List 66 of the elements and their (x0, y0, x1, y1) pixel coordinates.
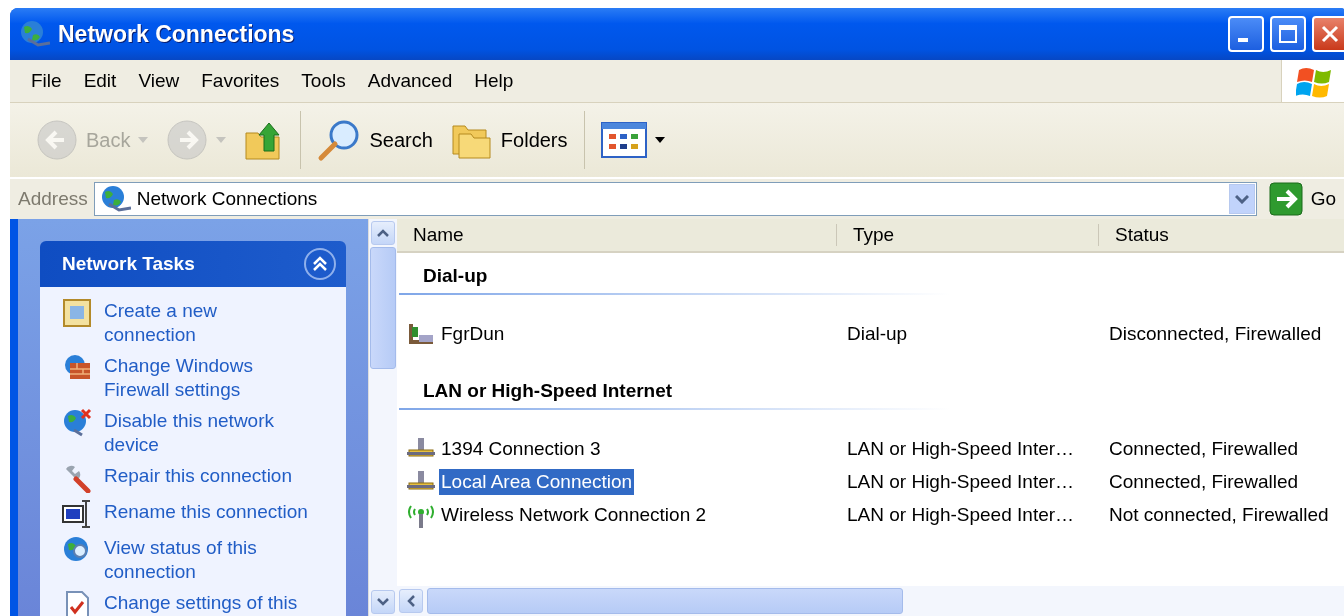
address-field[interactable]: Network Connections (93, 182, 1257, 216)
views-grid-icon (600, 122, 647, 158)
task-link[interactable]: Disable this network device (104, 409, 311, 457)
new-task-icon (62, 298, 92, 328)
maximize-button[interactable] (1270, 16, 1306, 52)
task-link[interactable]: Repair this connection (104, 464, 292, 488)
table-cell-text: LAN or High-Speed Inter… (846, 437, 1076, 460)
connection-name[interactable]: Local Area Connection (439, 468, 635, 495)
maximize-icon (1278, 24, 1298, 44)
disable-task-icon (62, 408, 92, 438)
task-link[interactable]: Change settings of this (104, 591, 298, 615)
go-button[interactable]: Go (1262, 182, 1340, 216)
task-link[interactable]: Create a new connection (104, 299, 311, 347)
menu-item[interactable]: Help (463, 66, 525, 96)
collapse-button[interactable] (304, 248, 336, 280)
search-button[interactable]: Search (311, 114, 439, 166)
menu-item[interactable]: Edit (72, 66, 128, 96)
vertical-scrollbar[interactable] (368, 219, 397, 616)
menu-item[interactable]: Favorites (190, 66, 291, 96)
scroll-down-button[interactable] (371, 590, 395, 614)
table-cell-text: LAN or High-Speed Inter… (846, 503, 1076, 526)
close-button[interactable] (1312, 16, 1344, 52)
table-cell-text: Connected, Firewalled (1108, 437, 1300, 460)
task-link[interactable]: View status of this connection (104, 536, 311, 584)
scroll-thumb[interactable] (427, 588, 903, 614)
connection-name[interactable]: FgrDun (439, 320, 507, 347)
column-header[interactable]: Status (1099, 224, 1344, 246)
menu-item[interactable]: View (127, 66, 191, 96)
table-cell-text: Dial-up (846, 322, 909, 345)
table-cell-text: Connected, Firewalled (1108, 470, 1300, 493)
chevron-left-icon (407, 595, 415, 607)
menu-item[interactable]: File (20, 66, 73, 96)
column-header[interactable]: Name (397, 224, 837, 246)
scroll-left-button[interactable] (399, 589, 423, 613)
chevron-up-icon (377, 229, 389, 237)
caret-icon (138, 137, 149, 143)
minimize-icon (1238, 38, 1248, 42)
close-icon (1320, 24, 1340, 44)
dropdown-button[interactable] (1228, 184, 1255, 214)
menu-item[interactable]: Tools (290, 66, 357, 96)
menu-item[interactable]: Advanced (356, 66, 464, 96)
caret-icon (654, 137, 665, 143)
task-link[interactable]: Rename this connection (104, 500, 308, 524)
table-cell-text: LAN or High-Speed Inter… (846, 470, 1076, 493)
folders-button[interactable]: Folders (444, 116, 574, 164)
group-header: LAN or High-Speed Internet (399, 376, 963, 410)
column-header[interactable]: Type (837, 224, 1099, 246)
chevron-down-icon (1234, 194, 1249, 204)
table-cell-text: Disconnected, Firewalled (1108, 322, 1323, 345)
scroll-up-button[interactable] (371, 221, 395, 245)
window-title: Network Connections (58, 20, 296, 48)
table-cell-text: Not connected, Firewalled (1108, 503, 1330, 526)
task-link[interactable]: Change Windows Firewall settings (104, 354, 311, 402)
address-label: Address (18, 188, 88, 210)
rename-task-icon (62, 499, 92, 529)
horizontal-scrollbar[interactable] (397, 586, 1344, 616)
minimize-button[interactable] (1228, 16, 1264, 52)
caret-icon (216, 137, 227, 143)
chevron-down-icon (377, 598, 389, 606)
group-header: Dial-up (399, 261, 963, 295)
scroll-thumb[interactable] (370, 247, 396, 369)
panel-title: Network Tasks (62, 253, 195, 275)
connection-name[interactable]: Wireless Network Connection 2 (439, 501, 709, 528)
network-globe-icon (18, 19, 50, 49)
double-chevron-up-icon (312, 256, 328, 272)
connection-name[interactable]: 1394 Connection 3 (439, 435, 603, 462)
